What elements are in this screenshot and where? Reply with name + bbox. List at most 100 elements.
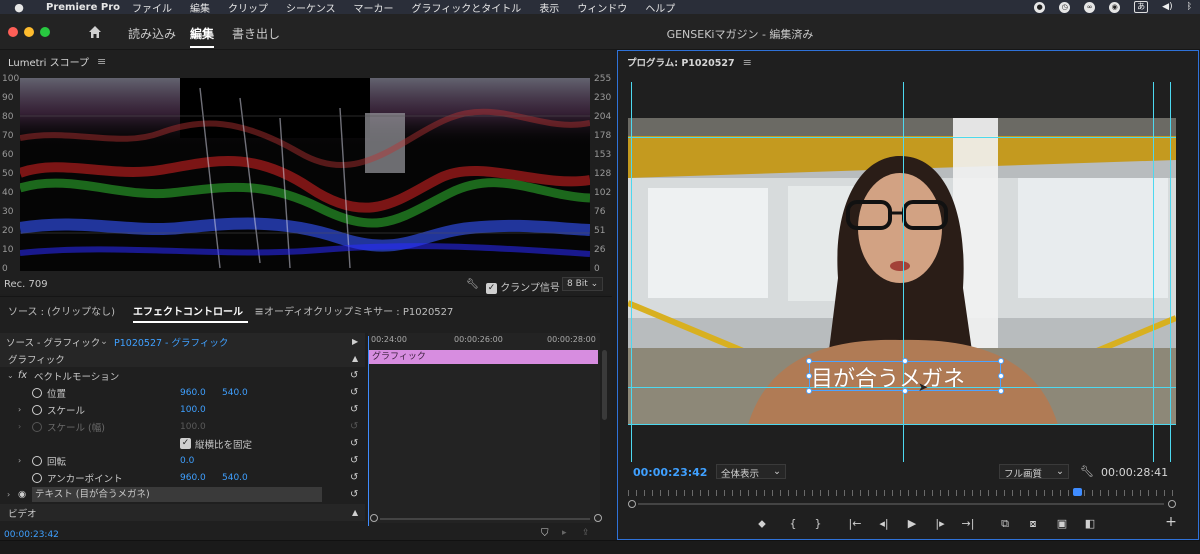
- filter-icon[interactable]: ⛉: [541, 528, 549, 539]
- apple-menu-icon[interactable]: ●: [10, 1, 28, 14]
- compare-icon[interactable]: ◧: [1082, 517, 1098, 530]
- position-y-value[interactable]: 540.0: [222, 388, 248, 398]
- program-time-ruler[interactable]: [628, 490, 1176, 496]
- caption-text[interactable]: 目が合うメガネ: [811, 361, 965, 393]
- scale-width-row: › スケール (幅) 100.0 ↺: [0, 418, 365, 435]
- menu-window[interactable]: ウィンドウ: [577, 0, 627, 15]
- export-clip-icon[interactable]: ▸: [562, 528, 567, 538]
- ec-playhead[interactable]: [368, 336, 369, 526]
- eye-icon[interactable]: ◉: [18, 489, 26, 500]
- app-menu[interactable]: Premiere Pro: [46, 2, 120, 13]
- out-point-icon[interactable]: }: [810, 517, 826, 530]
- stopwatch-icon[interactable]: [32, 472, 42, 483]
- quality-select[interactable]: フル画質 ⌄: [999, 464, 1069, 480]
- reset-icon[interactable]: ↺: [350, 438, 358, 449]
- twirl-icon[interactable]: ›: [7, 490, 10, 499]
- export-frame-icon[interactable]: ▣: [1054, 517, 1070, 530]
- program-zoom-scroll[interactable]: [628, 500, 1176, 508]
- anchor-y-value[interactable]: 540.0: [222, 473, 248, 483]
- clamp-signal-toggle[interactable]: ✓ クランプ信号: [486, 279, 560, 294]
- program-playhead[interactable]: [1073, 488, 1082, 496]
- menu-marker[interactable]: マーカー: [354, 0, 394, 15]
- step-back-icon[interactable]: ◂|: [876, 517, 892, 530]
- tab-audio-mixer[interactable]: オーディオクリップミキサー : P1020527: [264, 303, 453, 319]
- bluetooth-icon[interactable]: ᛒ: [1187, 2, 1192, 12]
- waveform-graphic: [20, 78, 590, 269]
- uniform-scale-checkbox[interactable]: ✓: [180, 438, 191, 449]
- transform-handle[interactable]: [998, 373, 1004, 379]
- in-point-icon[interactable]: {: [785, 517, 801, 530]
- collapse-icon[interactable]: ▲: [352, 508, 358, 517]
- sequence-label[interactable]: P1020527 - グラフィック: [114, 335, 228, 349]
- text-layer-row[interactable]: › ◉ テキスト (目が合うメガネ) ↺: [0, 486, 365, 503]
- stopwatch-icon[interactable]: [32, 455, 42, 466]
- transform-handle[interactable]: [998, 388, 1004, 394]
- marker-icon[interactable]: ⬥: [754, 517, 770, 531]
- volume-icon[interactable]: ◀): [1162, 2, 1172, 12]
- reset-icon[interactable]: ↺: [350, 404, 358, 415]
- clock-icon[interactable]: ◷: [1059, 1, 1071, 13]
- menu-help[interactable]: ヘルプ: [645, 0, 675, 15]
- menu-clip[interactable]: クリップ: [228, 0, 268, 15]
- collapse-icon[interactable]: ▲: [352, 354, 358, 363]
- expand-timeline-icon[interactable]: ▶: [352, 337, 358, 346]
- share-icon[interactable]: ⇪: [582, 528, 590, 538]
- transform-handle[interactable]: [806, 358, 812, 364]
- menu-file[interactable]: ファイル: [132, 0, 172, 15]
- reset-icon[interactable]: ↺: [350, 472, 358, 483]
- ec-scrollbar[interactable]: [602, 350, 607, 420]
- menu-sequence[interactable]: シーケンス: [286, 0, 336, 15]
- program-current-time[interactable]: 00:00:23:42: [633, 466, 707, 479]
- clamp-checkbox[interactable]: ✓: [486, 282, 497, 294]
- ec-current-time[interactable]: 00:00:23:42: [4, 530, 59, 540]
- overwrite-icon[interactable]: ⧇: [1025, 517, 1041, 531]
- wrench-icon[interactable]: 🔧︎: [466, 279, 479, 290]
- reset-icon[interactable]: ↺: [350, 387, 358, 398]
- text-layer-label[interactable]: テキスト (目が合うメガネ): [32, 487, 322, 502]
- reset-icon[interactable]: ↺: [350, 455, 358, 466]
- record-icon[interactable]: ●: [1034, 1, 1046, 13]
- step-forward-icon[interactable]: |▸: [932, 517, 948, 530]
- scale-right-label: 204: [594, 112, 612, 122]
- insert-icon[interactable]: ⧉: [997, 517, 1013, 531]
- menu-edit[interactable]: 編集: [190, 0, 210, 15]
- reset-icon[interactable]: ↺: [350, 370, 358, 381]
- menu-view[interactable]: 表示: [539, 0, 559, 15]
- position-x-value[interactable]: 960.0: [180, 388, 206, 398]
- tab-menu-icon[interactable]: ≡: [254, 305, 263, 318]
- go-to-in-icon[interactable]: |←: [847, 517, 863, 530]
- rotation-value[interactable]: 0.0: [180, 456, 194, 466]
- scale-value[interactable]: 100.0: [180, 405, 206, 415]
- menu-graphics[interactable]: グラフィックとタイトル: [412, 0, 522, 15]
- scale-right-label: 102: [594, 188, 612, 198]
- tab-effect-controls[interactable]: エフェクトコントロール ≡: [133, 303, 264, 323]
- ime-indicator[interactable]: あ: [1134, 1, 1149, 13]
- panel-menu-icon[interactable]: ≡: [97, 55, 106, 68]
- graphic-clip[interactable]: グラフィック: [369, 350, 598, 364]
- transform-handle[interactable]: [998, 358, 1004, 364]
- panel-menu-icon[interactable]: ≡: [743, 56, 752, 69]
- settings-wrench-icon[interactable]: 🔧︎: [1080, 465, 1094, 478]
- twirl-icon[interactable]: ⌄: [7, 371, 14, 380]
- anchor-x-value[interactable]: 960.0: [180, 473, 206, 483]
- source-dropdown-icon[interactable]: ⌄: [100, 336, 108, 347]
- twirl-icon[interactable]: ›: [18, 405, 21, 414]
- twirl-icon[interactable]: ›: [18, 456, 21, 465]
- bit-depth-select[interactable]: 8 Bit ⌄: [562, 277, 604, 291]
- stopwatch-icon[interactable]: [32, 387, 42, 398]
- stopwatch-icon[interactable]: [32, 404, 42, 415]
- transform-handle[interactable]: [806, 373, 812, 379]
- add-button-icon[interactable]: +: [1163, 514, 1179, 530]
- scale-left-label: 20: [2, 226, 14, 236]
- reset-icon[interactable]: ↺: [350, 489, 358, 500]
- tab-source[interactable]: ソース : (クリップなし): [8, 303, 115, 319]
- ec-zoom-scroll[interactable]: [370, 514, 602, 522]
- transform-handle[interactable]: [902, 358, 908, 364]
- play-icon[interactable]: ▶: [904, 517, 920, 530]
- zoom-select[interactable]: 全体表示 ⌄: [716, 464, 786, 480]
- cc-icon[interactable]: ∞: [1084, 1, 1096, 13]
- cd-icon[interactable]: ◉: [1109, 1, 1121, 13]
- go-to-out-icon[interactable]: →|: [960, 517, 976, 530]
- transform-handle[interactable]: [902, 388, 908, 394]
- transform-handle[interactable]: [806, 388, 812, 394]
